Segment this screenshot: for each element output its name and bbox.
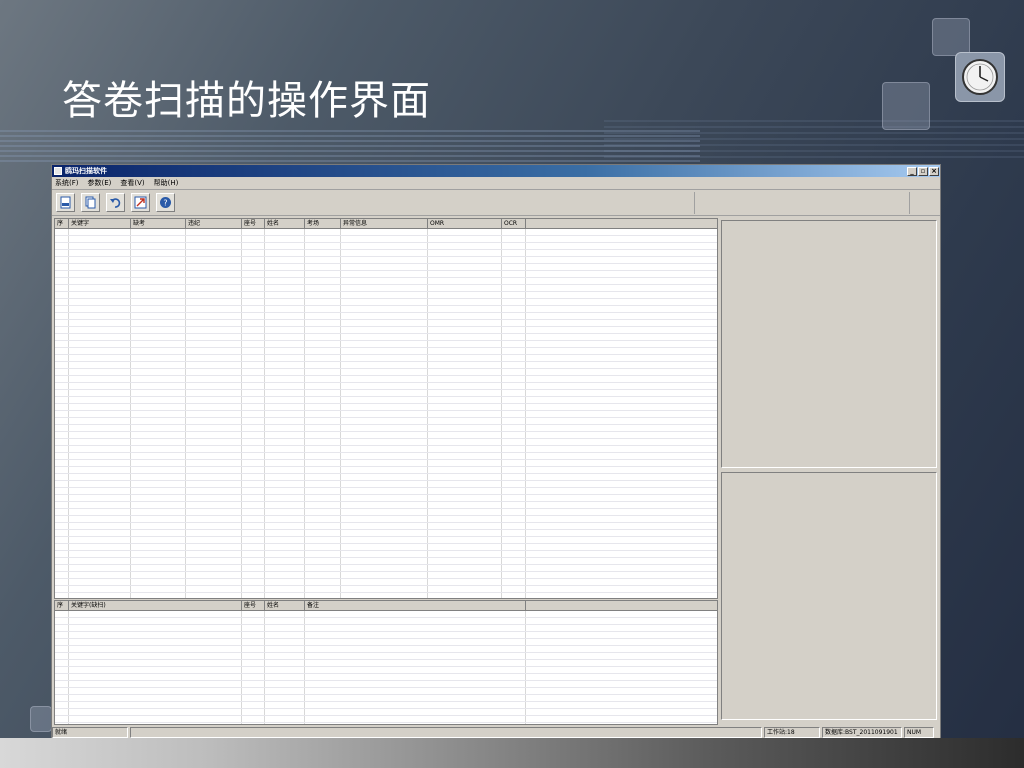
svg-text:?: ?: [163, 199, 167, 208]
minimize-button[interactable]: _: [907, 166, 917, 176]
export-button[interactable]: [131, 193, 150, 212]
status-ready: 就绪: [52, 726, 128, 738]
missing-scan-table[interactable]: 序 关键字(缺扫) 座号 姓名 备注: [54, 600, 718, 725]
status-message: [130, 726, 762, 738]
decor-square-3: [30, 706, 52, 732]
status-workstation: 工作站:18: [764, 726, 820, 738]
scan-button[interactable]: [56, 193, 75, 212]
scan-result-header: 序 关键字 缺考 违纪 座号 姓名 考场 异常信息 OMR OCR: [55, 219, 717, 229]
document-icon: [85, 196, 96, 209]
window-titlebar[interactable]: 鸥玛扫描软件 _ ▫ ×: [52, 165, 940, 177]
col-index[interactable]: 序: [55, 601, 69, 610]
slide-title: 答卷扫描的操作界面: [62, 78, 431, 124]
status-num: NUM: [904, 726, 934, 738]
col-index[interactable]: 序: [55, 219, 69, 228]
col-absent[interactable]: 缺考: [131, 219, 186, 228]
export-icon: [134, 196, 147, 209]
scan-result-table[interactable]: 序 关键字 缺考 违纪 座号 姓名 考场 异常信息 OMR OCR: [54, 218, 718, 599]
scanner-app-window: 鸥玛扫描软件 _ ▫ × 系统(F) 参数(E) 查看(V) 帮助(H) ? 序…: [51, 164, 941, 740]
menu-params[interactable]: 参数(E): [88, 178, 112, 188]
col-filler: [526, 219, 717, 228]
status-database: 数据库:BST_2011091901: [822, 726, 902, 738]
window-title: 鸥玛扫描软件: [65, 167, 107, 175]
app-icon: [54, 167, 62, 175]
menu-bar: 系统(F) 参数(E) 查看(V) 帮助(H): [52, 177, 940, 190]
col-keyword[interactable]: 关键字: [69, 219, 131, 228]
menu-view[interactable]: 查看(V): [120, 178, 144, 188]
col-exam-room[interactable]: 考场: [305, 219, 341, 228]
col-omr[interactable]: OMR: [428, 219, 502, 228]
col-remark[interactable]: 备注: [305, 601, 526, 610]
missing-scan-rows[interactable]: [55, 611, 717, 724]
grid-area: 序 关键字 缺考 违纪 座号 姓名 考场 异常信息 OMR OCR 序 关键字(…: [54, 218, 718, 725]
status-bar: 就绪 工作站:18 数据库:BST_2011091901 NUM: [52, 726, 940, 738]
decor-square-1: [932, 18, 970, 56]
scanner-icon: [60, 196, 71, 209]
menu-help[interactable]: 帮助(H): [154, 178, 179, 188]
help-button[interactable]: ?: [156, 193, 175, 212]
col-seat[interactable]: 座号: [242, 219, 265, 228]
undo-button[interactable]: [106, 193, 125, 212]
col-ocr[interactable]: OCR: [502, 219, 526, 228]
decor-bottom-bar: [0, 738, 1024, 768]
col-filler: [526, 601, 717, 610]
toolbar: ?: [52, 190, 940, 216]
image-preview-panel-top: [721, 220, 937, 468]
col-name[interactable]: 姓名: [265, 219, 305, 228]
undo-icon: [110, 198, 121, 208]
col-violation[interactable]: 违纪: [186, 219, 242, 228]
col-seat[interactable]: 座号: [242, 601, 265, 610]
help-icon: ?: [160, 197, 171, 208]
decor-square-2: [882, 82, 930, 130]
missing-scan-header: 序 关键字(缺扫) 座号 姓名 备注: [55, 601, 717, 611]
copy-button[interactable]: [81, 193, 100, 212]
image-preview-panel-bottom: [721, 472, 937, 720]
col-name[interactable]: 姓名: [265, 601, 305, 610]
menu-system[interactable]: 系统(F): [55, 178, 79, 188]
decor-stripes-left: [0, 130, 700, 164]
restore-button[interactable]: ▫: [918, 166, 928, 176]
col-keyword-missing[interactable]: 关键字(缺扫): [69, 601, 242, 610]
decor-stripes-right: [604, 120, 1024, 160]
close-button[interactable]: ×: [929, 166, 939, 176]
clock-icon: [955, 52, 1005, 102]
scan-result-rows[interactable]: [55, 229, 717, 598]
toolbar-info-panel: [694, 191, 910, 214]
col-error-info[interactable]: 异常信息: [341, 219, 428, 228]
